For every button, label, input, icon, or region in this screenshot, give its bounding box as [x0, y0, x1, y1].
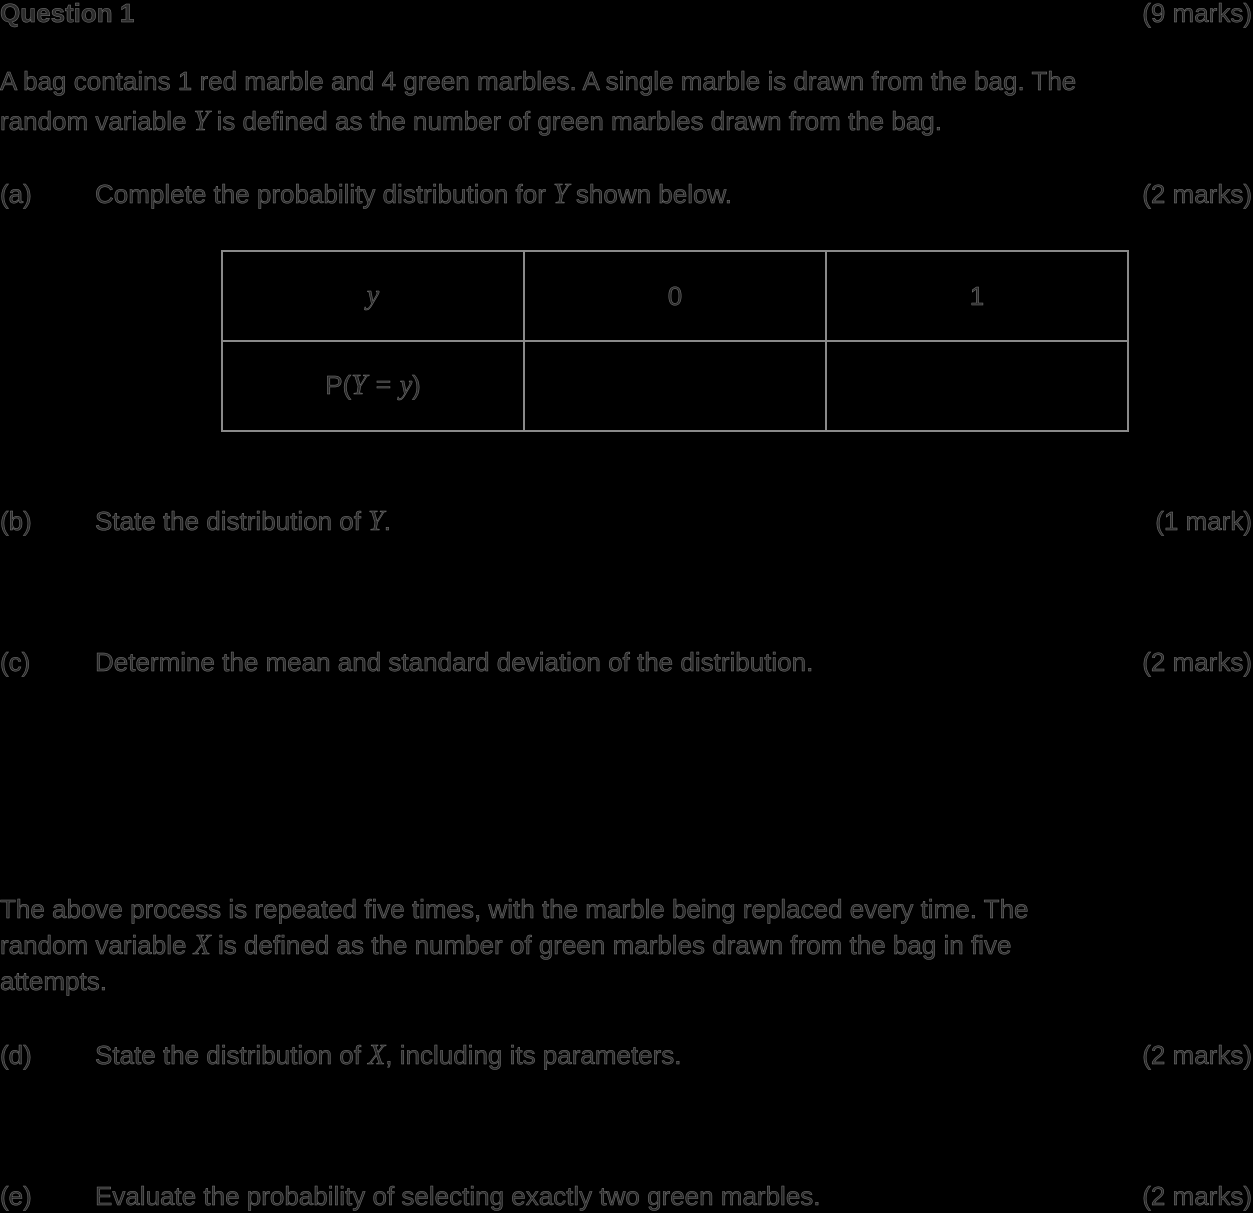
part-c-label: (c) — [0, 647, 31, 678]
part-c-question: Determine the mean and standard deviatio… — [95, 647, 814, 678]
part-e-label: (e) — [0, 1181, 32, 1212]
part-e-marks: (2 marks) — [1142, 1181, 1252, 1212]
part-a-label: (a) — [0, 179, 32, 210]
table-cell-y0: 0 — [523, 250, 827, 342]
part-e-question: Evaluate the probability of selecting ex… — [95, 1181, 821, 1212]
part-d-marks: (2 marks) — [1142, 1040, 1252, 1071]
table-header-y: y — [221, 250, 525, 342]
part-b-question: State the distribution of Y. — [95, 506, 391, 537]
table-row-probabilities: P(Y = y) — [221, 340, 1129, 432]
question-title: Question 1 — [0, 0, 135, 28]
variable-x: X — [368, 1040, 386, 1071]
part-b-label: (b) — [0, 506, 32, 537]
table-cell-y1: 1 — [825, 250, 1129, 342]
probability-distribution-table: y 0 1 P(Y = y) — [221, 250, 1129, 432]
middle-line-3: attempts. — [0, 966, 107, 997]
table-header-prob: P(Y = y) — [221, 340, 525, 432]
intro-line-1: A bag contains 1 red marble and 4 green … — [0, 66, 1077, 97]
part-c-marks: (2 marks) — [1142, 647, 1252, 678]
part-d-question: State the distribution of X, including i… — [95, 1040, 682, 1071]
answer-cell-p0[interactable] — [523, 340, 827, 432]
table-row-values: y 0 1 — [221, 250, 1129, 342]
variable-x: X — [193, 930, 211, 961]
variable-y: Y — [193, 106, 210, 137]
middle-line-1: The above process is repeated five times… — [0, 894, 1029, 925]
part-a-question: Complete the probability distribution fo… — [95, 179, 733, 210]
variable-y: Y — [553, 179, 569, 210]
variable-y: Y — [368, 506, 384, 537]
intro-line-2: random variable Y is defined as the numb… — [0, 106, 942, 137]
part-d-label: (d) — [0, 1040, 32, 1071]
part-b-marks: (1 mark) — [1155, 506, 1252, 537]
answer-cell-p1[interactable] — [825, 340, 1129, 432]
question-total-marks: (9 marks) — [1142, 0, 1252, 28]
middle-line-2: random variable X is defined as the numb… — [0, 930, 1012, 961]
part-a-marks: (2 marks) — [1142, 179, 1252, 210]
